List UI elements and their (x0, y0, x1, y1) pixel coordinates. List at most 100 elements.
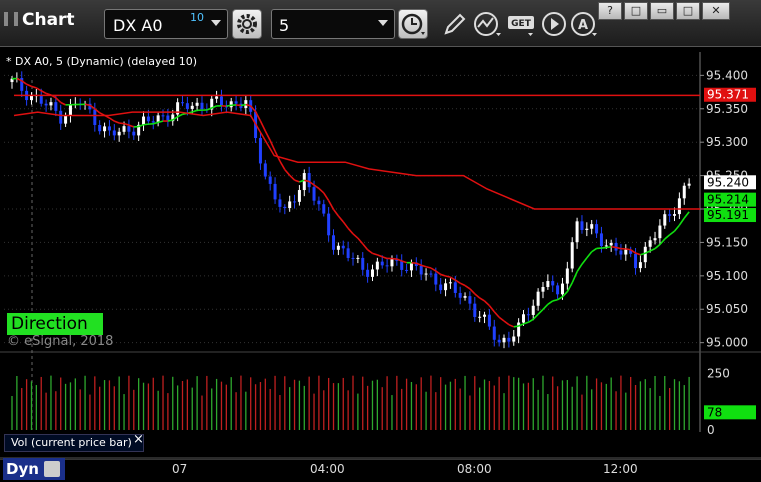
moving-average-segment (85, 104, 90, 105)
candle-body (576, 221, 579, 242)
candle-body (595, 224, 598, 233)
moving-average-segment (348, 228, 353, 234)
moving-average-segment (679, 218, 684, 225)
candle-body (327, 214, 330, 236)
candle-body (634, 254, 637, 268)
candle-body (527, 314, 530, 315)
candle-body (200, 103, 203, 109)
candle-body (386, 265, 389, 266)
price-chart[interactable]: 95.40095.35095.30095.25095.20095.15095.1… (0, 47, 761, 460)
candle-body (132, 132, 135, 136)
candle-body (196, 103, 199, 106)
candle-body (649, 240, 652, 247)
minimize-button[interactable]: ▭ (650, 2, 674, 20)
moving-average-segment (611, 247, 616, 248)
chevron-down-icon[interactable] (211, 20, 221, 26)
moving-average-segment (353, 234, 358, 238)
restore-button[interactable]: □ (624, 2, 648, 20)
y-tick-label: 95.350 (706, 102, 748, 116)
moving-average-segment (411, 263, 416, 264)
moving-average-segment (207, 108, 212, 110)
draw-tool-button[interactable] (438, 9, 468, 39)
candle-body (468, 296, 471, 304)
candle-body (537, 292, 540, 306)
alert-button[interactable]: A (570, 9, 600, 39)
moving-average-segment (670, 231, 675, 235)
play-button[interactable] (540, 9, 570, 39)
moving-average-segment (533, 314, 538, 319)
title-bar: Chart DX A0 10 5 GET A ? □ ▭ □ ✕ (0, 0, 761, 47)
maximize-button[interactable]: □ (676, 2, 700, 20)
candle-body (352, 258, 355, 259)
moving-average-segment (450, 277, 455, 280)
candle-body (264, 163, 267, 176)
candle-body (683, 186, 686, 199)
moving-average-segment (61, 102, 66, 104)
moving-average-segment (36, 88, 41, 91)
get-data-button[interactable]: GET (506, 9, 536, 39)
moving-average-segment (572, 272, 577, 283)
time-button[interactable] (398, 9, 428, 39)
lock-icon[interactable] (44, 461, 60, 477)
interval-input[interactable]: 5 (271, 9, 395, 39)
moving-average-segment (538, 309, 543, 314)
symbol-input[interactable]: DX A0 10 (104, 9, 228, 39)
symbol-superscript: 10 (190, 11, 204, 24)
y-tick-label: 95.100 (706, 269, 748, 283)
moving-average-segment (372, 253, 377, 254)
close-button[interactable]: ✕ (702, 2, 730, 20)
help-button[interactable]: ? (598, 2, 622, 20)
candle-body (191, 106, 194, 109)
moving-average-segment (504, 321, 509, 325)
close-icon[interactable]: × (133, 432, 144, 447)
candle-body (678, 198, 681, 214)
candle-body (454, 282, 457, 293)
candle-body (439, 285, 442, 291)
candle-body (59, 111, 62, 124)
moving-average-segment (431, 268, 436, 271)
candle-body (30, 96, 33, 100)
moving-average-segment (382, 257, 387, 259)
candle-body (376, 262, 379, 270)
volume-study-label[interactable]: Vol (current price bar) (4, 434, 144, 452)
x-tick-label: 07 (172, 462, 187, 476)
candle-body (434, 274, 437, 285)
candle-body (585, 229, 588, 230)
candle-body (464, 296, 467, 298)
moving-average-segment (480, 298, 485, 301)
candle-body (45, 104, 48, 106)
candle-body (610, 243, 613, 245)
pencil-icon (438, 9, 468, 39)
candle-body (103, 126, 106, 131)
moving-average-segment (226, 105, 231, 106)
moving-average-segment (236, 105, 241, 106)
volume-tick-label: 78 (707, 405, 722, 419)
y-tick-label: 95.150 (706, 235, 748, 249)
moving-average-segment (655, 244, 660, 248)
candle-body (590, 224, 593, 229)
candle-body (181, 102, 184, 103)
candle-body (425, 274, 428, 275)
y-tick-label: 95.050 (706, 302, 748, 316)
candle-body (600, 233, 603, 246)
moving-average-segment (119, 123, 124, 124)
chevron-down-icon[interactable] (378, 20, 388, 26)
candle-body (512, 337, 515, 342)
moving-average-segment (368, 250, 373, 254)
settings-button[interactable] (232, 9, 262, 39)
candle-body (605, 245, 608, 246)
studies-button[interactable] (472, 9, 502, 39)
candle-body (619, 251, 622, 255)
candle-body (220, 96, 223, 105)
candle-body (688, 184, 691, 186)
candle-body (381, 262, 384, 266)
candle-body (69, 104, 72, 116)
candle-body (507, 338, 510, 342)
candle-body (580, 221, 583, 230)
moving-average-segment (192, 110, 197, 112)
candle-body (347, 248, 350, 258)
candle-body (390, 259, 393, 266)
candle-body (298, 190, 301, 202)
moving-average-segment (446, 276, 451, 277)
candle-body (108, 126, 111, 130)
